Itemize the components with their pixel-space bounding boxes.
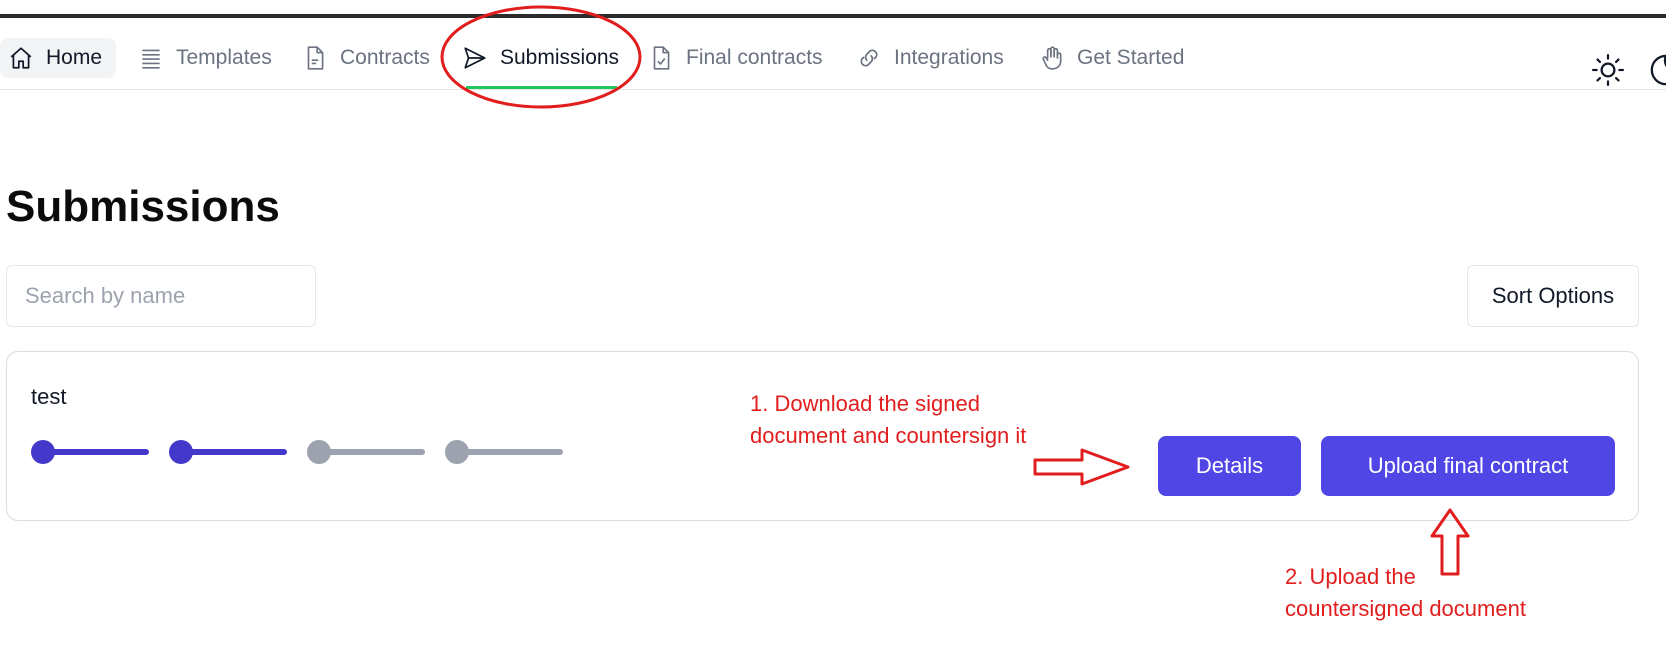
progress-step-bar	[43, 449, 149, 455]
nav-item-get-started[interactable]: Get Started	[1039, 38, 1184, 78]
search-input[interactable]	[6, 265, 316, 327]
moon-icon	[1650, 54, 1666, 86]
progress-step-dot	[307, 440, 331, 464]
link-icon	[860, 49, 878, 67]
nav-item-integrations[interactable]: Integrations	[856, 38, 1004, 78]
progress-step	[445, 440, 565, 464]
nav-item-label: Home	[46, 46, 103, 69]
progress-step-dot	[169, 440, 193, 464]
nav-item-label: Templates	[176, 46, 272, 69]
upload-final-contract-button[interactable]: Upload final contract	[1321, 436, 1615, 496]
annotation-step-1: 1. Download the signed document and coun…	[750, 388, 1026, 452]
progress-step	[31, 440, 151, 464]
page-title: Submissions	[6, 182, 280, 231]
nav-item-label: Get Started	[1077, 46, 1185, 69]
document-check-icon	[653, 46, 670, 70]
submission-name: test	[31, 384, 67, 409]
list-icon	[142, 49, 160, 69]
home-icon	[10, 47, 32, 69]
nav-item-label: Final contracts	[686, 46, 823, 69]
nav-item-label: Submissions	[500, 46, 620, 69]
progress-step-dot	[31, 440, 55, 464]
light-theme-button[interactable]	[1588, 50, 1628, 90]
annotation-line: countersigned document	[1285, 596, 1526, 621]
active-tab-underline	[466, 86, 617, 89]
progress-step-bar	[319, 449, 425, 455]
annotation-step-2: 2. Upload the countersigned document	[1285, 561, 1526, 625]
hand-icon	[1042, 46, 1062, 70]
progress-step-bar	[181, 449, 287, 455]
sun-icon	[1591, 53, 1625, 87]
dark-theme-button[interactable]	[1646, 50, 1666, 90]
details-button[interactable]: Details	[1158, 436, 1301, 496]
progress-step	[307, 440, 427, 464]
progress-step-bar	[457, 449, 563, 455]
nav-item-final-contracts[interactable]: Final contracts	[648, 38, 823, 78]
nav-item-label: Contracts	[340, 46, 430, 69]
top-navigation: Home Templates Contracts Submissions Fin…	[0, 18, 1666, 90]
nav-item-contracts[interactable]: Contracts	[302, 38, 430, 78]
submission-progress	[31, 440, 571, 464]
nav-item-home[interactable]: Home	[0, 38, 117, 78]
document-icon	[307, 46, 324, 70]
annotation-line: 2. Upload the	[1285, 564, 1416, 589]
send-icon	[464, 47, 486, 69]
progress-step-dot	[445, 440, 469, 464]
progress-step	[169, 440, 289, 464]
annotation-line: document and countersign it	[750, 423, 1027, 448]
nav-item-label: Integrations	[894, 46, 1004, 69]
sort-options-button[interactable]: Sort Options	[1467, 265, 1639, 327]
nav-item-templates[interactable]: Templates	[138, 38, 272, 78]
annotation-line: 1. Download the signed	[750, 391, 980, 416]
nav-item-submissions[interactable]: Submissions	[462, 38, 619, 78]
